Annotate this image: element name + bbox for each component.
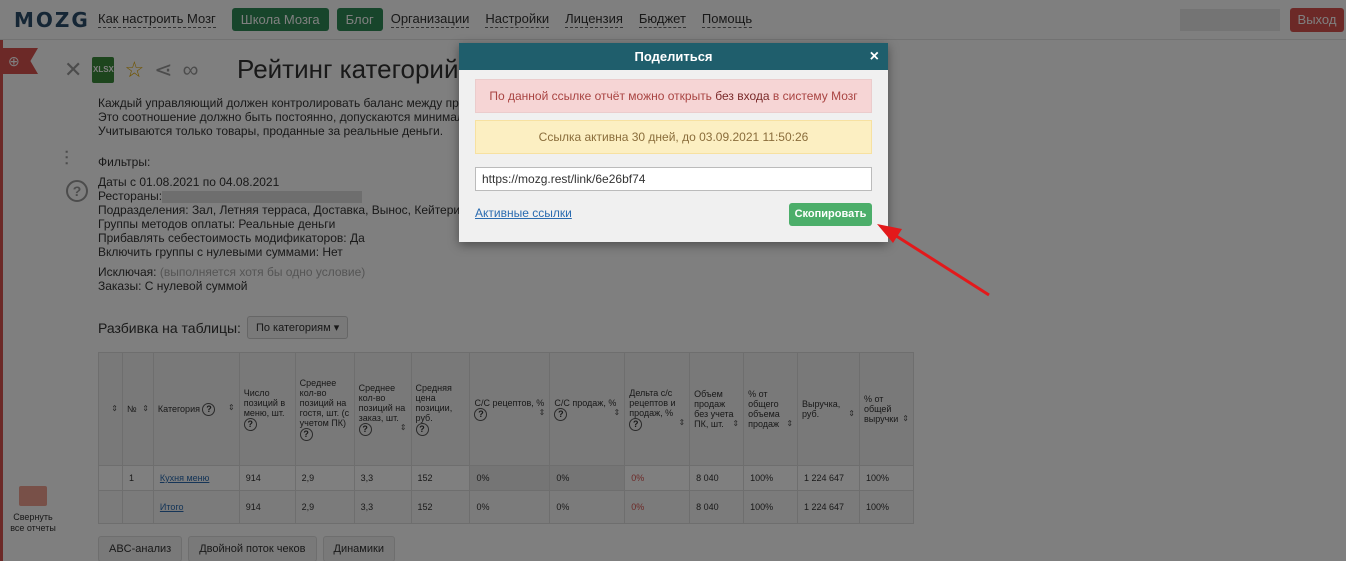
modal-header: Поделиться × (459, 43, 888, 70)
copy-button[interactable]: Скопировать (789, 203, 872, 226)
close-icon[interactable]: × (870, 43, 879, 70)
modal-title: Поделиться (634, 49, 713, 64)
share-modal: Поделиться × По данной ссылке отчёт можн… (459, 43, 888, 242)
share-link-input[interactable] (475, 167, 872, 191)
link-expiry-notice: Ссылка активна 30 дней, до 03.09.2021 11… (475, 120, 872, 154)
no-login-warning: По данной ссылке отчёт можно открыть без… (475, 79, 872, 113)
active-links-link[interactable]: Активные ссылки (475, 206, 572, 220)
